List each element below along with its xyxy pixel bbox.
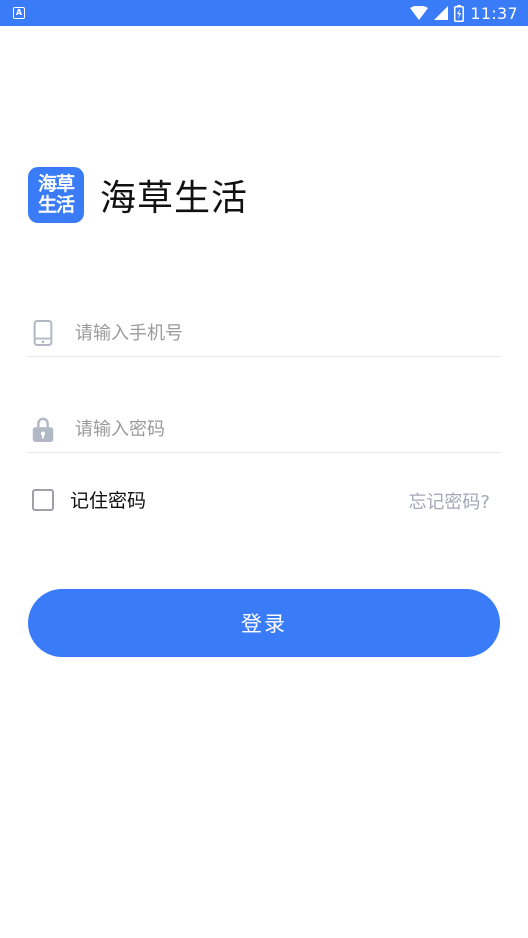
app-name: 海草生活 bbox=[100, 178, 249, 219]
login-button[interactable]: 登录 bbox=[28, 589, 500, 657]
battery-charging-icon bbox=[454, 4, 465, 22]
brand-header: 海草生活 海草生活 bbox=[28, 167, 248, 223]
app-logo: 海草生活 bbox=[28, 167, 84, 223]
logo-text: 海草生活 bbox=[37, 173, 75, 216]
status-icons: 11:37 bbox=[410, 3, 518, 23]
clock: 11:37 bbox=[470, 3, 518, 23]
notification-icon: A bbox=[13, 7, 25, 19]
remember-password-toggle[interactable]: 记住密码 bbox=[32, 486, 146, 513]
phone-input[interactable] bbox=[73, 314, 477, 352]
phone-icon bbox=[33, 320, 53, 346]
password-field bbox=[28, 404, 500, 453]
lock-icon bbox=[32, 417, 54, 442]
remember-checkbox[interactable] bbox=[32, 488, 54, 511]
password-input[interactable] bbox=[73, 410, 477, 448]
remember-label: 记住密码 bbox=[70, 490, 147, 512]
forgot-password-link[interactable]: 忘记密码? bbox=[408, 488, 490, 514]
cell-signal-icon bbox=[434, 6, 449, 20]
wifi-icon bbox=[410, 6, 429, 20]
status-bar: A 11:37 bbox=[0, 0, 528, 26]
phone-field bbox=[28, 308, 500, 357]
